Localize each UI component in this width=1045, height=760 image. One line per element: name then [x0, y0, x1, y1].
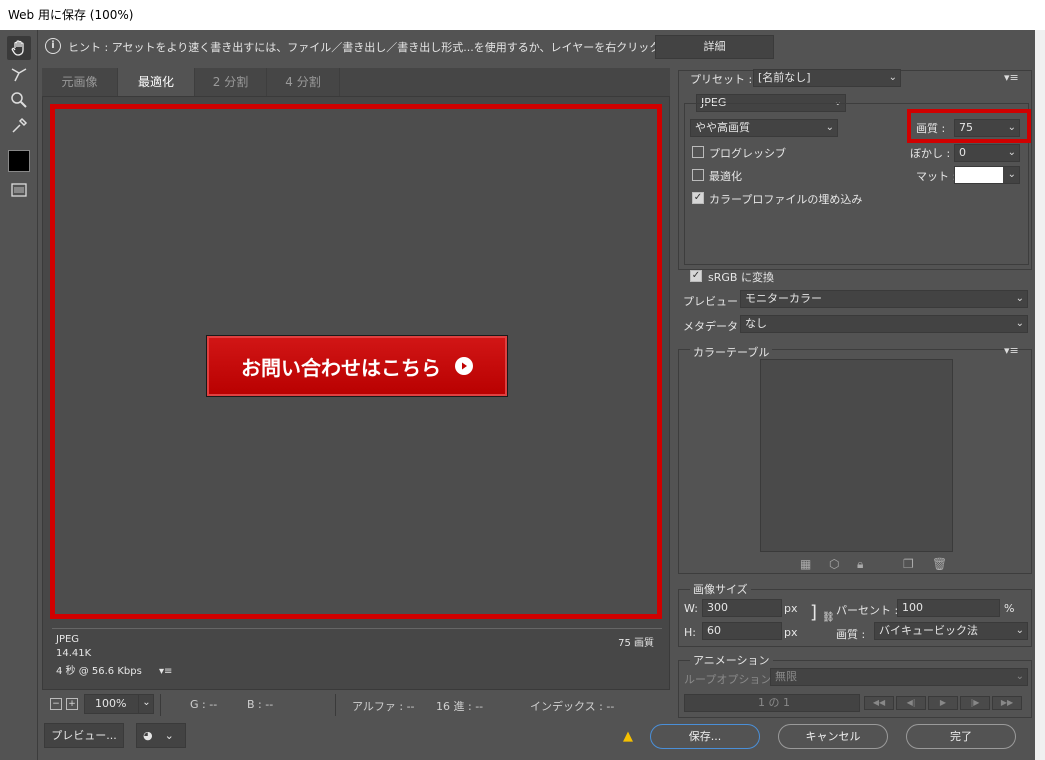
zoom-tool-icon[interactable] — [7, 88, 31, 112]
map-transparent-icon[interactable]: ▦ — [800, 557, 811, 571]
preset-select[interactable]: [名前なし] ⌄ — [753, 69, 901, 87]
optimization-info: JPEG 14.41K 4 秒 @ 56.6 Kbps ▾≡ 75 画質 — [52, 628, 662, 682]
percent-unit: % — [1004, 602, 1015, 615]
hint-text: ヒント : アセットをより速く書き出すには、ファイル／書き出し／書き出し形式..… — [68, 41, 715, 54]
play-icon[interactable]: ▶ — [928, 696, 958, 710]
window-title: Web 用に保存 (100%) — [0, 0, 1045, 30]
status-b: B : -- — [247, 698, 274, 711]
progressive-label: プログレッシブ — [709, 147, 786, 160]
embed-profile-label: カラープロファイルの埋め込み — [709, 193, 863, 206]
menu-icon[interactable]: ▾≡ — [1004, 71, 1019, 84]
preview-select[interactable]: モニターカラー ⌄ — [740, 290, 1028, 308]
play-arrow-icon — [455, 357, 473, 375]
prev-frame-icon[interactable]: ◀| — [896, 696, 926, 710]
hand-tool-icon[interactable] — [7, 36, 31, 60]
hint-bar: i ヒント : アセットをより速く書き出すには、ファイル／書き出し／書き出し形式… — [40, 33, 1030, 61]
cancel-button[interactable]: キャンセル — [778, 724, 888, 749]
resample-label: 画質 : — [836, 628, 866, 641]
web-snap-icon[interactable]: ⬡ — [829, 557, 839, 571]
menu-icon[interactable]: ▾≡ — [1004, 344, 1019, 357]
quality-highlight — [907, 109, 1031, 143]
status-alpha: アルファ : -- — [352, 700, 415, 713]
first-frame-icon[interactable]: ◀◀ — [864, 696, 894, 710]
height-unit: px — [784, 626, 798, 639]
preview-button[interactable]: プレビュー... — [44, 723, 124, 748]
cta-button-image: お問い合わせはこちら — [206, 335, 508, 397]
warning-icon: ▲ — [623, 729, 633, 744]
detail-button[interactable]: 詳細 — [655, 35, 774, 59]
height-field[interactable]: 60 — [702, 622, 782, 640]
quality-preset-select[interactable]: やや高画質 ⌄ — [690, 119, 838, 137]
height-label: H: — [684, 626, 696, 639]
toggle-slices-icon[interactable] — [7, 178, 31, 202]
cta-text: お問い合わせはこちら — [241, 355, 441, 380]
status-index: インデックス : -- — [530, 700, 615, 713]
next-frame-icon[interactable]: |▶ — [960, 696, 990, 710]
tab-optimized[interactable]: 最適化 — [118, 68, 195, 96]
preview-label: プレビュー : — [683, 295, 746, 308]
matte-label: マット : — [916, 170, 957, 183]
frame-counter: 1 の 1 — [684, 694, 860, 712]
blur-label: ぼかし : — [910, 147, 951, 160]
status-hex: 16 進 : -- — [436, 700, 484, 713]
status-g: G : -- — [190, 698, 218, 711]
metadata-select[interactable]: なし ⌄ — [740, 315, 1028, 333]
optimize-label: 最適化 — [709, 170, 742, 183]
settings-panel: プリセット : [名前なし] ⌄ ▾≡ JPEG ⌄ やや高画質 ⌄ 画質 : 75 ⌄… — [676, 62, 1035, 720]
view-tabs: 元画像 最適化 2 分割 4 分割 — [42, 68, 670, 96]
percent-label: パーセント : — [836, 604, 899, 617]
trash-icon[interactable]: 🗑︎ — [932, 557, 947, 571]
animation-title: アニメーション — [690, 652, 773, 668]
optimize-checkbox[interactable] — [692, 169, 704, 181]
browser-select-button[interactable]: ◕ ⌄ — [136, 723, 186, 748]
last-frame-icon[interactable]: ▶▶ — [992, 696, 1022, 710]
width-unit: px — [784, 602, 798, 615]
chevron-down-icon: ⌄ — [164, 729, 174, 742]
width-field[interactable]: 300 — [702, 599, 782, 617]
new-color-icon[interactable]: ❐ — [903, 557, 914, 571]
image-size-title: 画像サイズ — [690, 581, 751, 597]
done-button[interactable]: 完了 — [906, 724, 1016, 749]
color-table-title: カラーテーブル — [690, 344, 773, 360]
tab-4up[interactable]: 4 分割 — [267, 68, 340, 96]
preset-label: プリセット : — [690, 73, 753, 86]
chevron-down-icon[interactable]: ⌄ — [138, 694, 154, 714]
zoom-out-icon[interactable]: − — [50, 698, 62, 710]
matte-swatch — [955, 167, 1003, 183]
metadata-label: メタデータ : — [683, 320, 746, 333]
save-button[interactable]: 保存... — [650, 724, 760, 749]
embed-profile-checkbox[interactable]: ✓ — [692, 192, 704, 204]
window-edge — [1035, 30, 1045, 760]
matte-select[interactable]: ⌄ — [954, 166, 1020, 184]
width-label: W: — [684, 602, 698, 615]
progressive-checkbox[interactable] — [692, 146, 704, 158]
percent-field[interactable]: 100 — [897, 599, 1000, 617]
tab-2up[interactable]: 2 分割 — [195, 68, 267, 96]
loop-label: ループオプション : — [684, 673, 779, 686]
srgb-label: sRGB に変換 — [708, 271, 774, 284]
srgb-checkbox[interactable]: ✓ — [690, 270, 702, 282]
color-table-area[interactable] — [760, 359, 953, 552]
lock-icon[interactable]: 🔒︎ — [857, 557, 863, 572]
link-icon[interactable]: ⛓ — [822, 612, 835, 623]
status-bar: − + 100% ⌄ G : -- B : -- アルファ : -- 16 進 … — [42, 692, 670, 718]
eyedropper-color-swatch[interactable] — [8, 150, 30, 172]
slice-select-tool-icon[interactable] — [7, 62, 31, 86]
blur-field[interactable]: 0 ⌄ — [954, 144, 1020, 162]
tab-original[interactable]: 元画像 — [42, 68, 118, 96]
tool-column — [0, 30, 38, 760]
loop-select[interactable]: 無限 ⌄ — [770, 668, 1028, 686]
link-bracket-icon: ] — [810, 602, 818, 623]
eyedropper-tool-icon[interactable] — [7, 114, 31, 138]
info-download-time: 4 秒 @ 56.6 Kbps ▾≡ — [56, 666, 173, 677]
info-format: JPEG — [56, 634, 80, 645]
resample-select[interactable]: バイキュービック法 ⌄ — [874, 622, 1028, 640]
info-file-size: 14.41K — [56, 648, 92, 659]
info-quality: 75 画質 — [618, 638, 654, 649]
info-icon: i — [45, 38, 61, 54]
zoom-in-icon[interactable]: + — [66, 698, 78, 710]
menu-small-icon: ▾≡ — [159, 666, 173, 677]
browser-icon: ◕ — [143, 729, 153, 742]
